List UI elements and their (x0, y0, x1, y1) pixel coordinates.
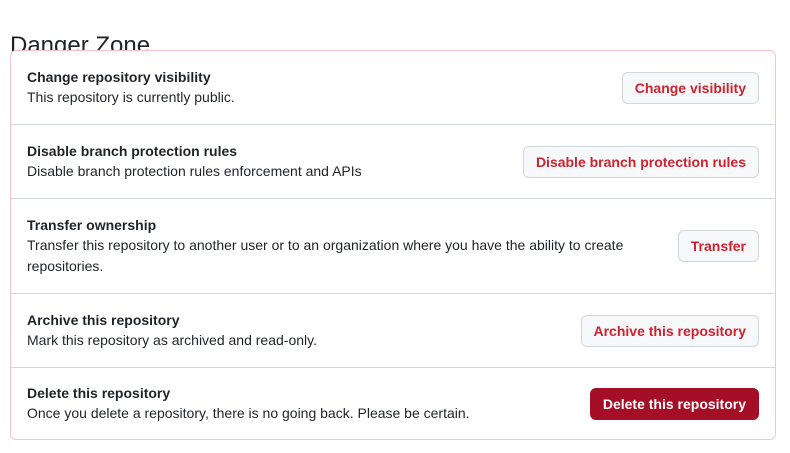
archive-repository-info: Archive this repository Mark this reposi… (27, 310, 581, 351)
disable-branch-protection-row: Disable branch protection rules Disable … (11, 125, 775, 199)
disable-branch-protection-description: Disable branch protection rules enforcem… (27, 163, 362, 179)
disable-branch-protection-button[interactable]: Disable branch protection rules (522, 145, 759, 178)
change-visibility-description: This repository is currently public. (27, 89, 235, 105)
archive-repository-button[interactable]: Archive this repository (580, 314, 759, 347)
delete-repository-title: Delete this repository (27, 385, 171, 401)
archive-repository-row: Archive this repository Mark this reposi… (11, 294, 775, 368)
delete-repository-button[interactable]: Delete this repository (589, 387, 759, 420)
danger-zone-panel: Change repository visibility This reposi… (10, 50, 776, 440)
delete-repository-row: Delete this repository Once you delete a… (11, 368, 775, 439)
change-visibility-row: Change repository visibility This reposi… (11, 51, 775, 125)
change-visibility-button[interactable]: Change visibility (621, 71, 759, 104)
disable-branch-protection-title: Disable branch protection rules (27, 143, 238, 159)
archive-repository-title: Archive this repository (27, 312, 180, 328)
delete-repository-info: Delete this repository Once you delete a… (27, 383, 590, 424)
transfer-ownership-info: Transfer ownership Transfer this reposit… (27, 215, 667, 277)
transfer-ownership-description: Transfer this repository to another user… (27, 237, 624, 274)
change-visibility-title: Change repository visibility (27, 69, 211, 85)
transfer-button[interactable]: Transfer (677, 230, 759, 262)
transfer-ownership-title: Transfer ownership (27, 217, 157, 233)
transfer-ownership-row: Transfer ownership Transfer this reposit… (11, 199, 775, 294)
delete-repository-description: Once you delete a repository, there is n… (27, 405, 470, 421)
disable-branch-protection-info: Disable branch protection rules Disable … (27, 141, 523, 182)
change-visibility-info: Change repository visibility This reposi… (27, 67, 622, 108)
archive-repository-description: Mark this repository as archived and rea… (27, 332, 317, 348)
